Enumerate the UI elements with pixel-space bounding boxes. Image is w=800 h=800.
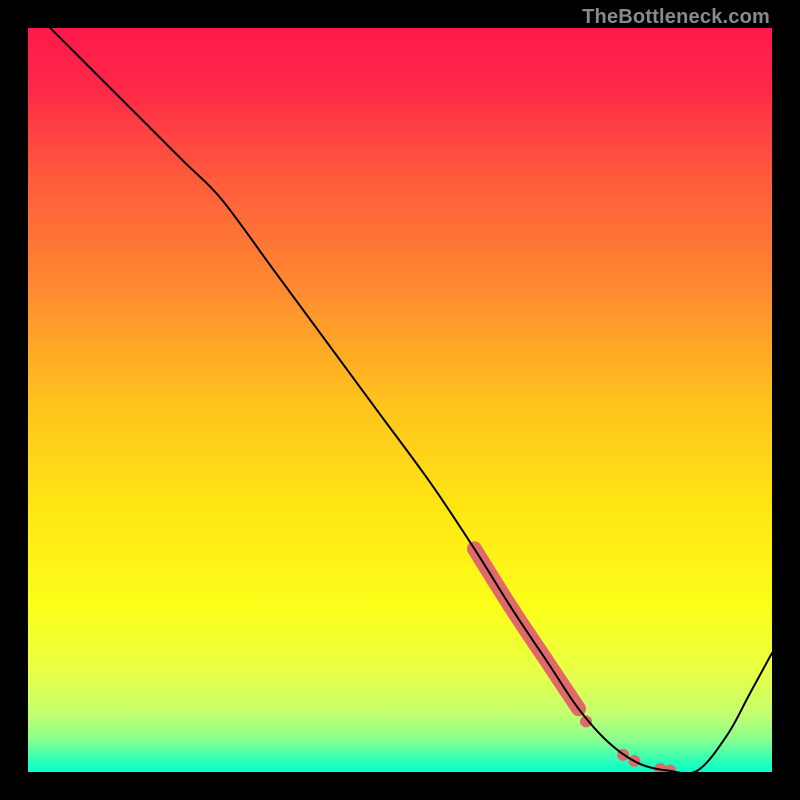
chart-plot-area xyxy=(28,28,772,772)
bottleneck-curve xyxy=(28,28,772,772)
highlight-dots xyxy=(580,715,676,772)
chart-curve-layer xyxy=(28,28,772,772)
chart-frame xyxy=(28,28,772,772)
watermark-text: TheBottleneck.com xyxy=(582,6,770,29)
